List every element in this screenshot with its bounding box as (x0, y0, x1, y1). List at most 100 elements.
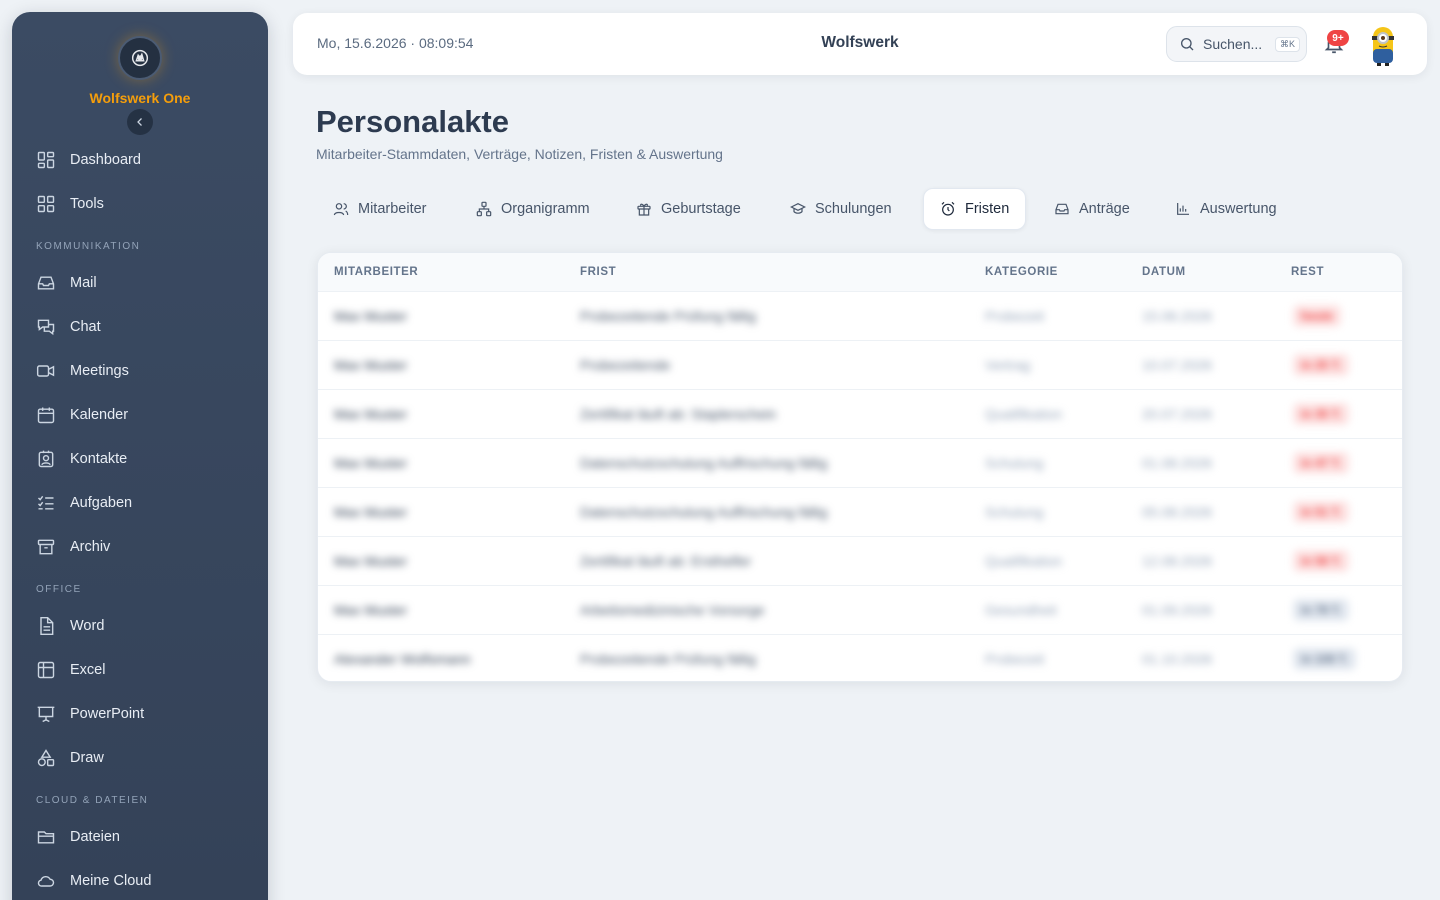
sidebar-item-label: Dashboard (70, 152, 141, 168)
tab-geburtstage[interactable]: Geburtstage (620, 188, 757, 230)
table-row[interactable]: Max Muster Probezeitende Vertrag 10.07.2026… (318, 340, 1402, 389)
sidebar-item-word[interactable]: Word (24, 608, 256, 644)
user-avatar[interactable] (1367, 23, 1399, 67)
search-box[interactable]: ⌘K (1166, 26, 1307, 62)
table-icon (37, 661, 55, 679)
tab-auswertung[interactable]: Auswertung (1159, 188, 1293, 230)
sidebar-item-mail[interactable]: Mail (24, 265, 256, 301)
cell-kategorie: Vertrag (985, 357, 1031, 373)
cloud-icon (37, 876, 55, 887)
rest-badge: in 47 T. (1293, 452, 1350, 474)
sidebar-item-powerpoint[interactable]: PowerPoint (24, 696, 256, 732)
section-label-office: OFFICE (36, 584, 82, 595)
section-label-kommunikation: KOMMUNIKATION (36, 241, 141, 252)
tab-schulungen[interactable]: Schulungen (774, 188, 908, 230)
cell-frist: Probezeitende Prüfung fällig (580, 651, 756, 667)
table-row[interactable]: Max Muster Datenschutzschulung Auffrischu… (318, 438, 1402, 487)
sidebar-item-label: Draw (70, 750, 104, 766)
cell-mitarbeiter: Max Muster (334, 504, 408, 520)
sidebar-item-label: Word (70, 618, 105, 634)
inbox-icon (1055, 203, 1069, 215)
sidebar-item-excel[interactable]: Excel (24, 652, 256, 688)
gift-icon (637, 203, 651, 216)
sidebar-item-chat[interactable]: Chat (24, 309, 256, 345)
column-header-frist[interactable]: FRIST (580, 266, 616, 278)
cell-mitarbeiter: Max Muster (334, 455, 408, 471)
inbox-icon (37, 276, 55, 290)
collapse-sidebar-button[interactable] (127, 109, 153, 135)
column-header-rest[interactable]: REST (1291, 266, 1324, 278)
cell-datum: 01.10.2026 (1142, 651, 1213, 667)
sidebar-item-draw[interactable]: Draw (24, 740, 256, 776)
shapes-icon (37, 749, 55, 767)
cell-mitarbeiter: Max Muster (334, 308, 408, 324)
cell-kategorie: Probezeit (985, 308, 1045, 324)
rest-badge: in 25 T. (1293, 354, 1350, 376)
table-row[interactable]: Max Muster Datenschutzschulung Auffrischu… (318, 487, 1402, 536)
org-chart-icon (476, 201, 492, 217)
folder-icon (37, 831, 55, 844)
graduation-cap-icon (790, 202, 806, 214)
cell-datum: 20.07.2026 (1142, 406, 1213, 422)
cell-mitarbeiter: Alexander Wolfsmann (334, 651, 471, 667)
tab-label: Auswertung (1200, 201, 1277, 217)
table-row[interactable]: Max Muster Zertifikat läuft ab: Staplersc… (318, 389, 1402, 438)
search-shortcut-hint: ⌘K (1275, 36, 1301, 52)
cell-frist: Probezeitende (580, 357, 671, 373)
cell-mitarbeiter: Max Muster (334, 602, 408, 618)
sidebar-item-label: Mail (70, 275, 97, 291)
tab-antraege[interactable]: Anträge (1038, 188, 1146, 230)
search-input[interactable] (1203, 36, 1267, 52)
cell-datum: 01.08.2026 (1142, 455, 1213, 471)
tasks-icon (37, 495, 54, 510)
rest-badge: in 51 T. (1293, 501, 1350, 523)
cell-kategorie: Schulung (985, 455, 1044, 471)
tab-fristen[interactable]: Fristen (923, 188, 1027, 230)
archive-icon (37, 539, 55, 555)
sidebar-item-label: Tools (70, 196, 104, 212)
table-row[interactable]: Max Muster Zertifikat läuft ab: Ersthelfe… (318, 536, 1402, 585)
cell-frist: Arbeitsmedizinische Vorsorge (580, 602, 765, 618)
sidebar-item-kalender[interactable]: Kalender (24, 397, 256, 433)
sidebar-item-label: Aufgaben (70, 495, 133, 511)
sidebar-item-label: Meine Cloud (70, 873, 152, 889)
column-header-datum[interactable]: DATUM (1142, 266, 1186, 278)
brand-logo[interactable] (118, 36, 162, 80)
chat-icon (37, 319, 55, 336)
sidebar-item-tools[interactable]: Tools (24, 186, 256, 222)
sidebar-item-label: Kalender (70, 407, 129, 423)
bar-chart-icon (1177, 203, 1189, 215)
tab-label: Anträge (1079, 201, 1130, 217)
tab-mitarbeiter[interactable]: Mitarbeiter (317, 188, 443, 230)
rest-badge: in 108 T. (1293, 648, 1356, 670)
grid-icon (37, 195, 55, 213)
column-header-kategorie[interactable]: KATEGORIE (985, 266, 1058, 278)
sidebar-item-label: Meetings (70, 363, 129, 379)
sidebar-item-dashboard[interactable]: Dashboard (24, 142, 256, 178)
topbar: Mo, 15.6.2026 · 08:09:54 Wolfswerk ⌘K 9+ (293, 13, 1427, 75)
tab-organigramm[interactable]: Organigramm (460, 188, 606, 230)
cell-datum: 15.06.2026 (1142, 308, 1213, 324)
sidebar-item-dateien[interactable]: Dateien (24, 819, 256, 855)
sidebar-item-kontakte[interactable]: Kontakte (24, 441, 256, 477)
table-row[interactable]: Alexander Wolfsmann Probezeitende Prüfung… (318, 634, 1402, 681)
alarm-clock-icon (941, 201, 955, 216)
dashboard-icon (37, 151, 55, 169)
sidebar-item-label: Excel (70, 662, 106, 678)
datetime-display: Mo, 15.6.2026 · 08:09:54 (317, 35, 474, 51)
sidebar-item-aufgaben[interactable]: Aufgaben (24, 485, 256, 521)
table-row[interactable]: Max Muster Arbeitsmedizinische Vorsorge Ge… (318, 585, 1402, 634)
cell-datum: 10.07.2026 (1142, 357, 1213, 373)
cell-kategorie: Probezeit (985, 651, 1045, 667)
table-header: MITARBEITER FRIST KATEGORIE DATUM REST (318, 253, 1402, 291)
sidebar-item-meine-cloud[interactable]: Meine Cloud (24, 863, 256, 899)
column-header-mitarbeiter[interactable]: MITARBEITER (334, 266, 418, 278)
cell-frist: Zertifikat läuft ab: Staplerschein (580, 406, 777, 422)
table-row[interactable]: Max Muster Probezeitende Prüfung fällig Pr… (318, 291, 1402, 340)
sidebar-item-archiv[interactable]: Archiv (24, 529, 256, 565)
cell-datum: 01.09.2026 (1142, 602, 1213, 618)
document-icon (40, 616, 54, 636)
cell-frist: Datenschutzschulung Auffrischung fällig (580, 455, 828, 471)
cell-mitarbeiter: Max Muster (334, 553, 408, 569)
sidebar-item-meetings[interactable]: Meetings (24, 353, 256, 389)
